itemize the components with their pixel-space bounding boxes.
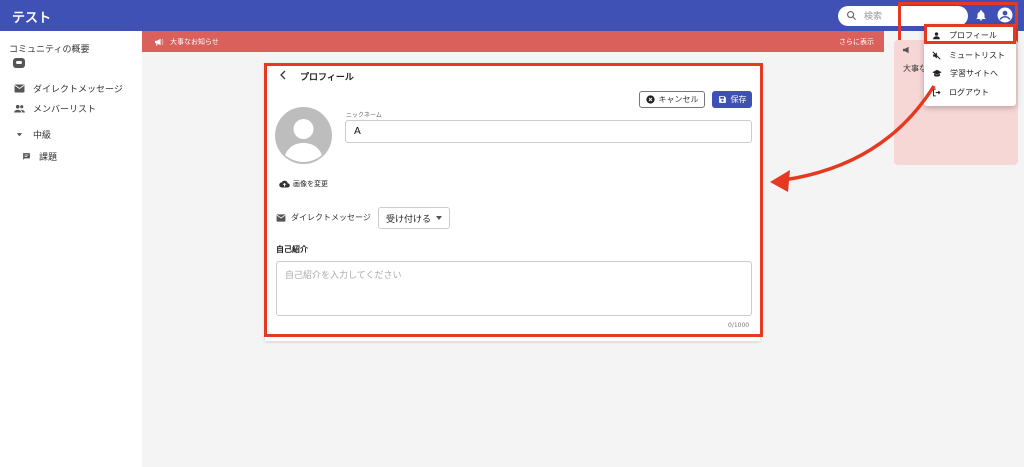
annotation-arrow bbox=[770, 85, 936, 192]
